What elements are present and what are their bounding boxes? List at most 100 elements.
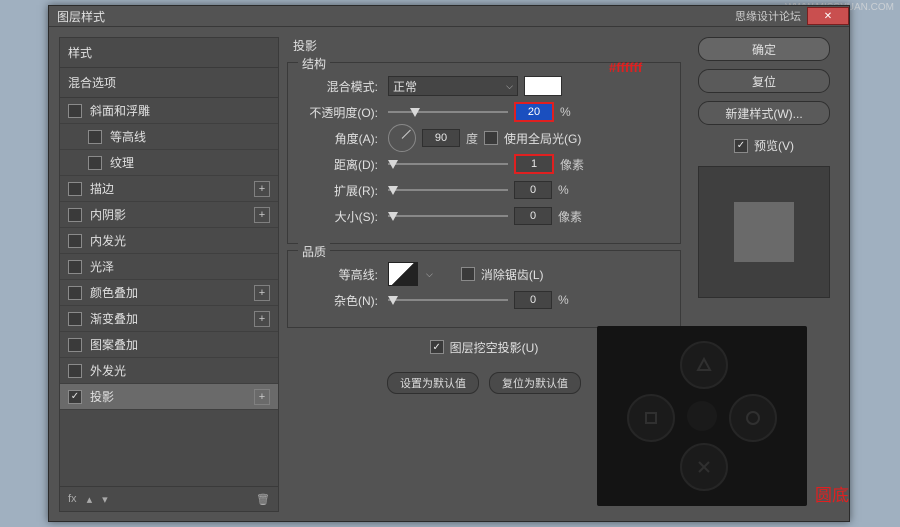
structure-group: 结构 混合模式: 正常 ⌵ 不透明度(O): 20 % 角度(A): bbox=[287, 62, 681, 244]
style-label: 外发光 bbox=[90, 362, 270, 379]
style-label: 图案叠加 bbox=[90, 336, 270, 353]
arrow-up-icon[interactable]: ▴ bbox=[87, 493, 93, 506]
opacity-slider[interactable] bbox=[388, 105, 508, 119]
color-swatch[interactable] bbox=[524, 76, 562, 96]
quality-group: 品质 等高线: ⌵ 消除锯齿(L) 杂色(N): 0 % bbox=[287, 250, 681, 328]
style-row[interactable]: 内发光 bbox=[60, 228, 278, 254]
close-button[interactable]: ✕ bbox=[807, 7, 849, 25]
style-checkbox[interactable] bbox=[68, 182, 82, 196]
add-instance-button[interactable]: + bbox=[254, 311, 270, 327]
size-unit: 像素 bbox=[558, 208, 582, 225]
blend-mode-select[interactable]: 正常 ⌵ bbox=[388, 76, 518, 96]
styles-sidebar: 样式 混合选项 斜面和浮雕等高线纹理描边+内阴影+内发光光泽颜色叠加+渐变叠加+… bbox=[59, 37, 279, 512]
noise-slider[interactable] bbox=[388, 293, 508, 307]
fx-icon[interactable]: fx bbox=[68, 493, 77, 505]
style-checkbox[interactable] bbox=[68, 104, 82, 118]
global-light-checkbox[interactable] bbox=[484, 131, 498, 145]
style-row[interactable]: 投影+ bbox=[60, 384, 278, 410]
style-checkbox[interactable] bbox=[68, 312, 82, 326]
style-label: 内发光 bbox=[90, 232, 270, 249]
style-row[interactable]: 斜面和浮雕 bbox=[60, 98, 278, 124]
style-label: 投影 bbox=[90, 388, 254, 405]
style-checkbox[interactable] bbox=[88, 130, 102, 144]
sidebar-footer: fx ▴ ▾ 🗑 bbox=[59, 487, 279, 512]
dialog-title: 图层样式 bbox=[57, 8, 105, 25]
titlebar: 图层样式 思缘设计论坛 ✕ bbox=[49, 6, 849, 27]
style-checkbox[interactable] bbox=[68, 390, 82, 404]
trash-icon[interactable]: 🗑 bbox=[256, 493, 270, 506]
angle-input[interactable]: 90 bbox=[422, 129, 460, 147]
style-checkbox[interactable] bbox=[88, 156, 102, 170]
opacity-label: 不透明度(O): bbox=[300, 104, 378, 121]
size-input[interactable]: 0 bbox=[514, 207, 552, 225]
style-checkbox[interactable] bbox=[68, 364, 82, 378]
distance-input[interactable]: 1 bbox=[514, 154, 554, 174]
distance-slider[interactable] bbox=[388, 157, 508, 171]
style-label: 颜色叠加 bbox=[90, 284, 254, 301]
new-style-button[interactable]: 新建样式(W)... bbox=[698, 101, 830, 125]
style-row[interactable]: 渐变叠加+ bbox=[60, 306, 278, 332]
angle-dial[interactable] bbox=[388, 124, 416, 152]
credits-text: 思缘设计论坛 bbox=[735, 8, 801, 24]
style-label: 内阴影 bbox=[90, 206, 254, 223]
antialias-label: 消除锯齿(L) bbox=[481, 266, 544, 283]
size-label: 大小(S): bbox=[300, 208, 378, 225]
effect-title: 投影 bbox=[293, 37, 681, 54]
chevron-down-icon[interactable]: ⌵ bbox=[426, 269, 433, 280]
preview-checkbox[interactable] bbox=[734, 139, 748, 153]
noise-label: 杂色(N): bbox=[300, 292, 378, 309]
cancel-button[interactable]: 复位 bbox=[698, 69, 830, 93]
style-row[interactable]: 描边+ bbox=[60, 176, 278, 202]
annotation-hex: #ffffff bbox=[609, 60, 642, 75]
noise-input[interactable]: 0 bbox=[514, 291, 552, 309]
style-label: 等高线 bbox=[110, 128, 270, 145]
ok-button[interactable]: 确定 bbox=[698, 37, 830, 61]
spread-input[interactable]: 0 bbox=[514, 181, 552, 199]
antialias-checkbox[interactable] bbox=[461, 267, 475, 281]
preview-label: 预览(V) bbox=[754, 137, 794, 154]
global-light-label: 使用全局光(G) bbox=[504, 130, 581, 147]
style-checkbox[interactable] bbox=[68, 234, 82, 248]
style-row[interactable]: 内阴影+ bbox=[60, 202, 278, 228]
distance-unit: 像素 bbox=[560, 156, 584, 173]
reset-default-button[interactable]: 复位为默认值 bbox=[489, 372, 581, 394]
chevron-down-icon: ⌵ bbox=[506, 81, 513, 92]
contour-picker[interactable] bbox=[388, 262, 418, 286]
style-checkbox[interactable] bbox=[68, 208, 82, 222]
style-row[interactable]: 纹理 bbox=[60, 150, 278, 176]
style-checkbox[interactable] bbox=[68, 260, 82, 274]
style-checkbox[interactable] bbox=[68, 286, 82, 300]
angle-unit: 度 bbox=[466, 130, 478, 147]
style-row[interactable]: 图案叠加 bbox=[60, 332, 278, 358]
add-instance-button[interactable]: + bbox=[254, 181, 270, 197]
layer-style-dialog: 图层样式 思缘设计论坛 ✕ 样式 混合选项 斜面和浮雕等高线纹理描边+内阴影+内… bbox=[48, 5, 850, 522]
quality-label: 品质 bbox=[298, 243, 330, 260]
style-row[interactable]: 外发光 bbox=[60, 358, 278, 384]
add-instance-button[interactable]: + bbox=[254, 389, 270, 405]
style-label: 纹理 bbox=[110, 154, 270, 171]
dpad-square-button bbox=[627, 394, 675, 442]
distance-label: 距离(D): bbox=[300, 156, 378, 173]
style-row[interactable]: 光泽 bbox=[60, 254, 278, 280]
dpad-triangle-button bbox=[680, 341, 728, 389]
spread-unit: % bbox=[558, 183, 569, 197]
spread-slider[interactable] bbox=[388, 183, 508, 197]
annotation-round-bottom: 圆底 bbox=[815, 481, 849, 506]
style-label: 渐变叠加 bbox=[90, 310, 254, 327]
style-row[interactable]: 等高线 bbox=[60, 124, 278, 150]
size-slider[interactable] bbox=[388, 209, 508, 223]
style-row[interactable]: 颜色叠加+ bbox=[60, 280, 278, 306]
blend-mode-label: 混合模式: bbox=[300, 78, 378, 95]
arrow-down-icon[interactable]: ▾ bbox=[102, 493, 108, 506]
add-instance-button[interactable]: + bbox=[254, 285, 270, 301]
opacity-input[interactable]: 20 bbox=[514, 102, 554, 122]
add-instance-button[interactable]: + bbox=[254, 207, 270, 223]
knockout-label: 图层挖空投影(U) bbox=[450, 339, 539, 356]
style-list: 斜面和浮雕等高线纹理描边+内阴影+内发光光泽颜色叠加+渐变叠加+图案叠加外发光投… bbox=[59, 97, 279, 487]
noise-unit: % bbox=[558, 293, 569, 307]
knockout-checkbox[interactable] bbox=[430, 340, 444, 354]
sidebar-blending-options[interactable]: 混合选项 bbox=[59, 67, 279, 97]
dpad-center bbox=[687, 401, 717, 431]
make-default-button[interactable]: 设置为默认值 bbox=[387, 372, 479, 394]
style-checkbox[interactable] bbox=[68, 338, 82, 352]
